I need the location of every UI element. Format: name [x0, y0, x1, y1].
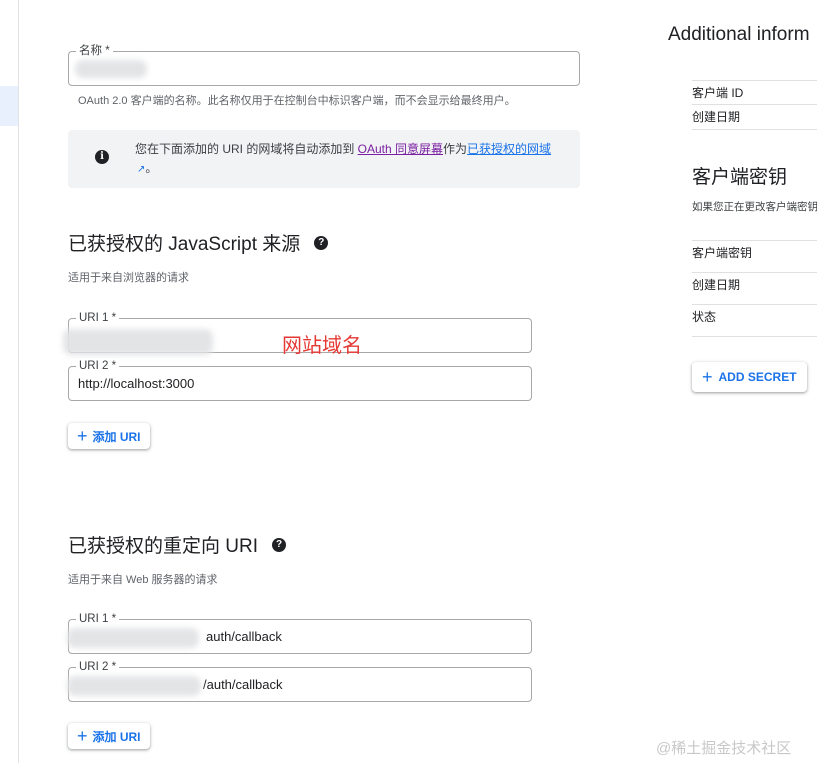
js-origins-title-text: 已获授权的 JavaScript 来源	[68, 234, 301, 255]
side-panel-title: Additional inform	[668, 24, 810, 45]
side-divider	[692, 80, 817, 81]
client-secret-subtitle: 如果您正在更改客户端密钥	[692, 201, 817, 213]
info-notice: i 您在下面添加的 URI 的网域将自动添加到 OAuth 同意屏幕作为已获授权…	[68, 130, 580, 188]
js-origin-uri-2-field[interactable]: URI 2 * http://localhost:3000	[68, 359, 532, 401]
help-icon[interactable]: ?	[272, 537, 287, 552]
redacted-value	[63, 329, 213, 355]
js-origin-uri-2-value: http://localhost:3000	[78, 376, 195, 391]
watermark: @稀土掘金技术社区	[656, 740, 792, 757]
client-id-row: 客户端 ID	[692, 84, 817, 105]
add-secret-label: ADD SECRET	[718, 370, 797, 384]
name-field[interactable]: 名称 *	[68, 44, 580, 86]
redirect-uri-1-field[interactable]: URI 1 * auth/callback	[67, 612, 532, 654]
js-origins-hint: 适用于来自浏览器的请求	[68, 272, 189, 284]
info-text-before: 您在下面添加的 URI 的网域将自动添加到	[135, 142, 358, 156]
left-nav-strip	[0, 0, 19, 763]
created-date-row: 创建日期	[692, 108, 817, 130]
oauth-consent-link[interactable]: OAuth 同意屏幕	[358, 142, 443, 156]
redirect-uri-2-label: URI 2 *	[76, 660, 120, 674]
redacted-value	[67, 676, 201, 696]
add-redirect-uri-button[interactable]: + 添加 URI	[68, 723, 150, 749]
client-secret-title: 客户端密钥	[692, 167, 788, 188]
name-field-label: 名称 *	[76, 44, 113, 58]
add-js-origin-button[interactable]: + 添加 URI	[68, 423, 150, 449]
authorized-domains-link[interactable]: 已获授权的网域	[467, 142, 551, 156]
info-text-middle: 作为	[443, 142, 468, 156]
annotation-label: 网站域名	[282, 335, 362, 357]
redacted-value	[67, 628, 199, 648]
info-notice-text: 您在下面添加的 URI 的网域将自动添加到 OAuth 同意屏幕作为已获授权的网…	[135, 140, 565, 179]
left-nav-selected-item[interactable]	[0, 86, 18, 126]
info-text-end: 。	[145, 161, 158, 175]
side-divider	[692, 240, 817, 241]
redacted-value	[75, 60, 147, 78]
js-origin-uri-1-label: URI 1 *	[76, 311, 120, 325]
redirect-uri-1-label: URI 1 *	[76, 612, 120, 626]
name-field-hint: OAuth 2.0 客户端的名称。此名称仅用于在控制台中标识客户端，而不会显示给…	[78, 95, 516, 107]
add-js-origin-label: 添加 URI	[92, 429, 141, 444]
js-origins-title: 已获授权的 JavaScript 来源 ?	[68, 229, 329, 256]
redirect-uris-title-text: 已获授权的重定向 URI	[68, 536, 259, 557]
secret-created-row: 创建日期	[692, 276, 817, 305]
redirect-uris-hint: 适用于来自 Web 服务器的请求	[68, 574, 218, 586]
plus-icon: +	[77, 726, 88, 746]
redirect-uris-title: 已获授权的重定向 URI ?	[68, 531, 287, 558]
help-icon[interactable]: ?	[314, 235, 329, 250]
add-redirect-uri-label: 添加 URI	[92, 729, 141, 744]
client-secret-row: 客户端密钥	[692, 244, 817, 273]
plus-icon: +	[77, 426, 88, 446]
secret-status-row: 状态	[692, 308, 817, 337]
redirect-uri-2-field[interactable]: URI 2 * /auth/callback	[67, 660, 532, 702]
info-icon: i	[95, 150, 109, 164]
redirect-uri-2-value: /auth/callback	[203, 677, 283, 692]
plus-icon: +	[702, 367, 713, 387]
redirect-uri-1-value: auth/callback	[206, 629, 282, 644]
add-secret-button[interactable]: + ADD SECRET	[692, 362, 807, 392]
